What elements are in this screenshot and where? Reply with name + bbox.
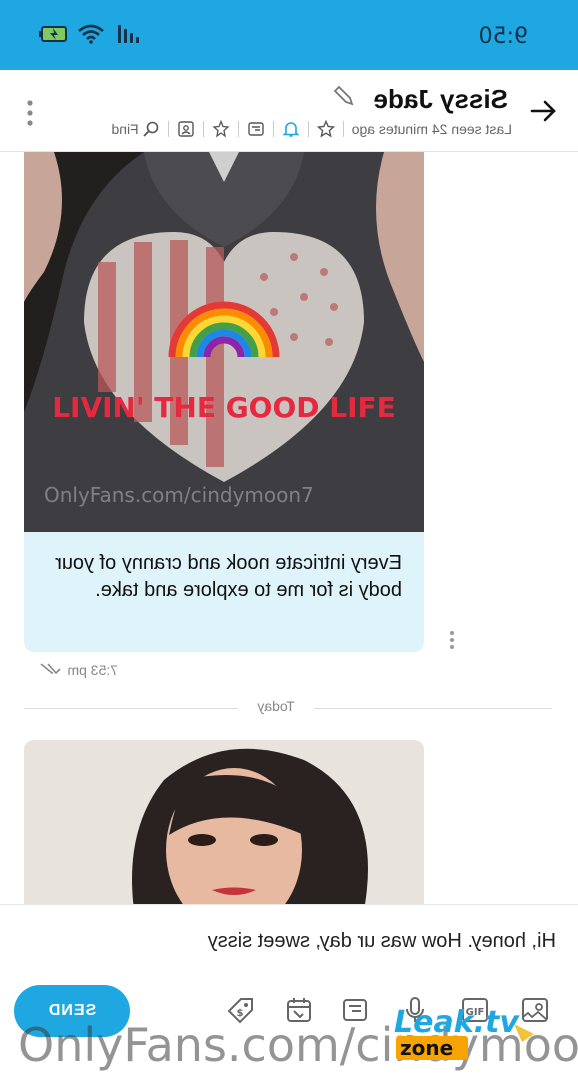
- logo-top-text: Leak.tv: [394, 1005, 520, 1040]
- message-input[interactable]: [56, 921, 556, 961]
- signal-icon: [114, 24, 140, 44]
- gallery-icon[interactable]: [247, 120, 265, 138]
- brand-logo: Leak.tv zone: [384, 994, 564, 1064]
- find-label[interactable]: Find: [111, 121, 138, 137]
- contact-name[interactable]: Sissy Jade: [374, 84, 508, 115]
- search-icon[interactable]: [142, 120, 160, 138]
- status-time: 9:50: [478, 24, 528, 49]
- mirrored-screen: 9:50 Sissy Jade Last seen 24 minutes ago: [0, 0, 578, 1076]
- message-caption: Every intricate nook and cranny of your …: [55, 552, 402, 601]
- image-watermark: OnlyFans.com/cindymoon7: [44, 483, 314, 507]
- logo-bottom-text: zone: [400, 1036, 453, 1060]
- edit-pencil-icon[interactable]: [332, 84, 356, 108]
- message-meta: 7:53 pm: [39, 662, 118, 678]
- star-icon[interactable]: [316, 119, 335, 138]
- more-vert-icon[interactable]: [26, 98, 34, 128]
- status-icons: [38, 24, 140, 44]
- bell-icon[interactable]: [282, 120, 300, 138]
- message-list[interactable]: LIVIN' THE GOOD LIFE OnlyFans.com/cindym…: [0, 152, 578, 904]
- day-divider-label: Today: [257, 698, 295, 714]
- shirt-slogan: LIVIN' THE GOOD LIFE: [52, 391, 396, 424]
- photo-icon[interactable]: [177, 120, 195, 138]
- wifi-icon: [78, 24, 104, 44]
- battery-charging-icon: [38, 25, 68, 43]
- back-arrow-icon[interactable]: [528, 96, 558, 126]
- last-seen-text: Last seen 24 minutes ago: [351, 121, 512, 137]
- chat-header: Sissy Jade Last seen 24 minutes ago Find: [0, 70, 578, 152]
- pin-icon[interactable]: [212, 119, 230, 138]
- photo-portrait: [24, 740, 424, 904]
- day-divider: Today: [24, 698, 552, 718]
- header-subbar: Last seen 24 minutes ago Find: [111, 119, 512, 138]
- message-more-icon[interactable]: [448, 630, 456, 650]
- message-image-portrait[interactable]: [24, 740, 424, 904]
- status-bar: 9:50: [0, 0, 578, 70]
- message-bubble[interactable]: Every intricate nook and cranny of your …: [24, 532, 424, 652]
- photo-shirt: LIVIN' THE GOOD LIFE OnlyFans.com/cindym…: [24, 152, 424, 532]
- read-checks-icon: [39, 662, 61, 678]
- message-time: 7:53 pm: [67, 662, 118, 678]
- message-image[interactable]: LIVIN' THE GOOD LIFE OnlyFans.com/cindym…: [24, 152, 424, 532]
